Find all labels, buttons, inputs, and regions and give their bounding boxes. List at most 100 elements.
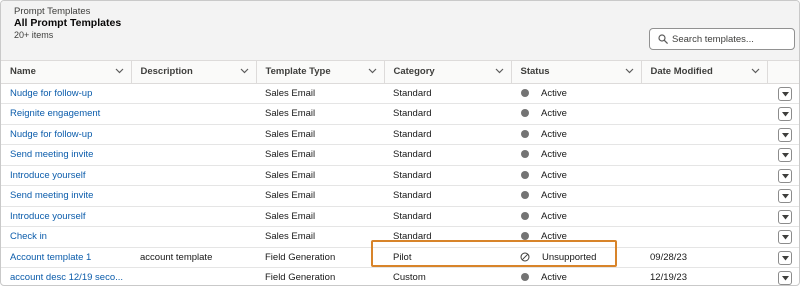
column-header-description[interactable]: Description <box>131 61 257 84</box>
column-label: Category <box>393 66 435 78</box>
category-cell: Standard <box>384 226 511 248</box>
row-action-menu-button[interactable] <box>778 209 792 224</box>
template-type-cell: Sales Email <box>256 144 384 166</box>
status-dot-icon <box>521 109 529 118</box>
date-modified-cell: 09/28/23 <box>641 247 767 268</box>
category-cell: Standard <box>384 124 511 145</box>
page-title[interactable]: All Prompt Templates <box>14 17 121 29</box>
table-row[interactable]: Nudge for follow-up Sales Email Standard Ac… <box>1 124 799 145</box>
search-input[interactable] <box>672 31 790 47</box>
date-modified-cell <box>641 226 767 248</box>
row-actions-cell <box>767 247 799 268</box>
template-name-link[interactable]: Introduce yourself <box>1 165 131 186</box>
template-type-cell: Sales Email <box>256 165 384 186</box>
search-box[interactable] <box>649 28 795 50</box>
status-text: Active <box>541 190 567 202</box>
template-name-link[interactable]: Send meeting invite <box>1 185 131 207</box>
table-row[interactable]: Introduce yourself Sales Email Standard Act… <box>1 165 799 186</box>
template-type-cell: Sales Email <box>256 206 384 227</box>
table-row[interactable]: Send meeting invite Sales Email Standard Ac… <box>1 144 799 166</box>
chevron-down-icon <box>782 173 789 178</box>
row-action-menu-button[interactable] <box>778 271 792 285</box>
chevron-down-icon <box>782 214 789 219</box>
row-action-menu-button[interactable] <box>778 86 792 101</box>
category-cell: Standard <box>384 83 511 104</box>
row-action-menu-button[interactable] <box>778 230 792 244</box>
item-count: 20+ items <box>14 30 54 40</box>
table-row[interactable]: Reignite engagement Sales Email Standard Ac… <box>1 103 799 125</box>
row-actions-cell <box>767 165 799 186</box>
table-row[interactable]: Check in Sales Email Standard Active <box>1 226 799 248</box>
status-dot-icon <box>521 273 529 282</box>
column-header-status[interactable]: Status <box>511 61 642 84</box>
row-actions-cell <box>767 206 799 227</box>
column-header-template-type[interactable]: Template Type <box>256 61 385 84</box>
date-modified-cell <box>641 206 767 227</box>
search-icon <box>658 34 668 44</box>
table-row[interactable]: account desc 12/19 seco... Field Generati… <box>1 267 799 285</box>
chevron-down-icon[interactable] <box>368 68 377 74</box>
column-header-actions <box>767 61 799 84</box>
date-modified-cell <box>641 165 767 186</box>
table-row[interactable]: Introduce yourself Sales Email Standard Act… <box>1 206 799 227</box>
chevron-down-icon <box>782 91 789 96</box>
table-row[interactable]: Account template 1 account template Field … <box>1 247 799 268</box>
description-cell <box>131 124 256 145</box>
template-name-link[interactable]: Reignite engagement <box>1 103 131 125</box>
template-name-link[interactable]: account desc 12/19 seco... <box>1 267 131 285</box>
category-cell: Pilot <box>384 247 511 268</box>
ban-icon <box>520 252 530 262</box>
date-modified-cell <box>641 144 767 166</box>
status-text: Active <box>541 149 567 161</box>
chevron-down-icon <box>782 255 789 260</box>
category-cell: Standard <box>384 103 511 125</box>
column-header-date-modified[interactable]: Date Modified <box>641 61 768 84</box>
template-name-link[interactable]: Introduce yourself <box>1 206 131 227</box>
status-text: Active <box>541 231 567 243</box>
table-header-row: Name Description Template Type Category … <box>1 61 799 84</box>
column-header-category[interactable]: Category <box>384 61 512 84</box>
column-label: Description <box>140 66 193 78</box>
date-modified-cell: 12/19/23 <box>641 267 767 285</box>
description-cell <box>131 144 256 166</box>
status-text: Active <box>541 169 567 181</box>
chevron-down-icon[interactable] <box>751 68 760 74</box>
chevron-down-icon[interactable] <box>115 68 124 74</box>
template-name-link[interactable]: Check in <box>1 226 131 248</box>
list-view: Prompt Templates All Prompt Templates 20… <box>0 0 800 286</box>
category-cell: Standard <box>384 185 511 207</box>
chevron-down-icon[interactable] <box>495 68 504 74</box>
template-name-link[interactable]: Nudge for follow-up <box>1 124 131 145</box>
template-type-cell: Sales Email <box>256 83 384 104</box>
status-text: Active <box>541 210 567 222</box>
chevron-down-icon[interactable] <box>240 68 249 74</box>
description-cell <box>131 103 256 125</box>
template-name-link[interactable]: Nudge for follow-up <box>1 83 131 104</box>
column-header-name[interactable]: Name <box>1 61 132 84</box>
row-action-menu-button[interactable] <box>778 189 792 203</box>
row-action-menu-button[interactable] <box>778 250 792 265</box>
row-action-menu-button[interactable] <box>778 148 792 162</box>
template-type-cell: Field Generation <box>256 247 384 268</box>
row-action-menu-button[interactable] <box>778 107 792 121</box>
status-cell: Active <box>511 185 641 207</box>
column-label: Status <box>520 66 550 78</box>
table-body: Nudge for follow-up Sales Email Standard Ac… <box>1 83 799 285</box>
status-cell: Active <box>511 165 641 186</box>
template-name-link[interactable]: Send meeting invite <box>1 144 131 166</box>
status-cell: Active <box>511 267 641 285</box>
category-cell: Standard <box>384 165 511 186</box>
table-row[interactable]: Send meeting invite Sales Email Standard Ac… <box>1 185 799 207</box>
row-action-menu-button[interactable] <box>778 127 792 142</box>
row-actions-cell <box>767 124 799 145</box>
column-label: Name <box>10 66 36 78</box>
row-action-menu-button[interactable] <box>778 168 792 183</box>
chevron-down-icon[interactable] <box>625 68 634 74</box>
table-row[interactable]: Nudge for follow-up Sales Email Standard Ac… <box>1 83 799 104</box>
status-dot-icon <box>521 232 529 241</box>
status-dot-icon <box>521 88 529 97</box>
breadcrumb[interactable]: Prompt Templates <box>14 6 90 17</box>
template-name-link[interactable]: Account template 1 <box>1 247 131 268</box>
status-cell: Active <box>511 124 641 145</box>
status-text: Active <box>541 108 567 120</box>
